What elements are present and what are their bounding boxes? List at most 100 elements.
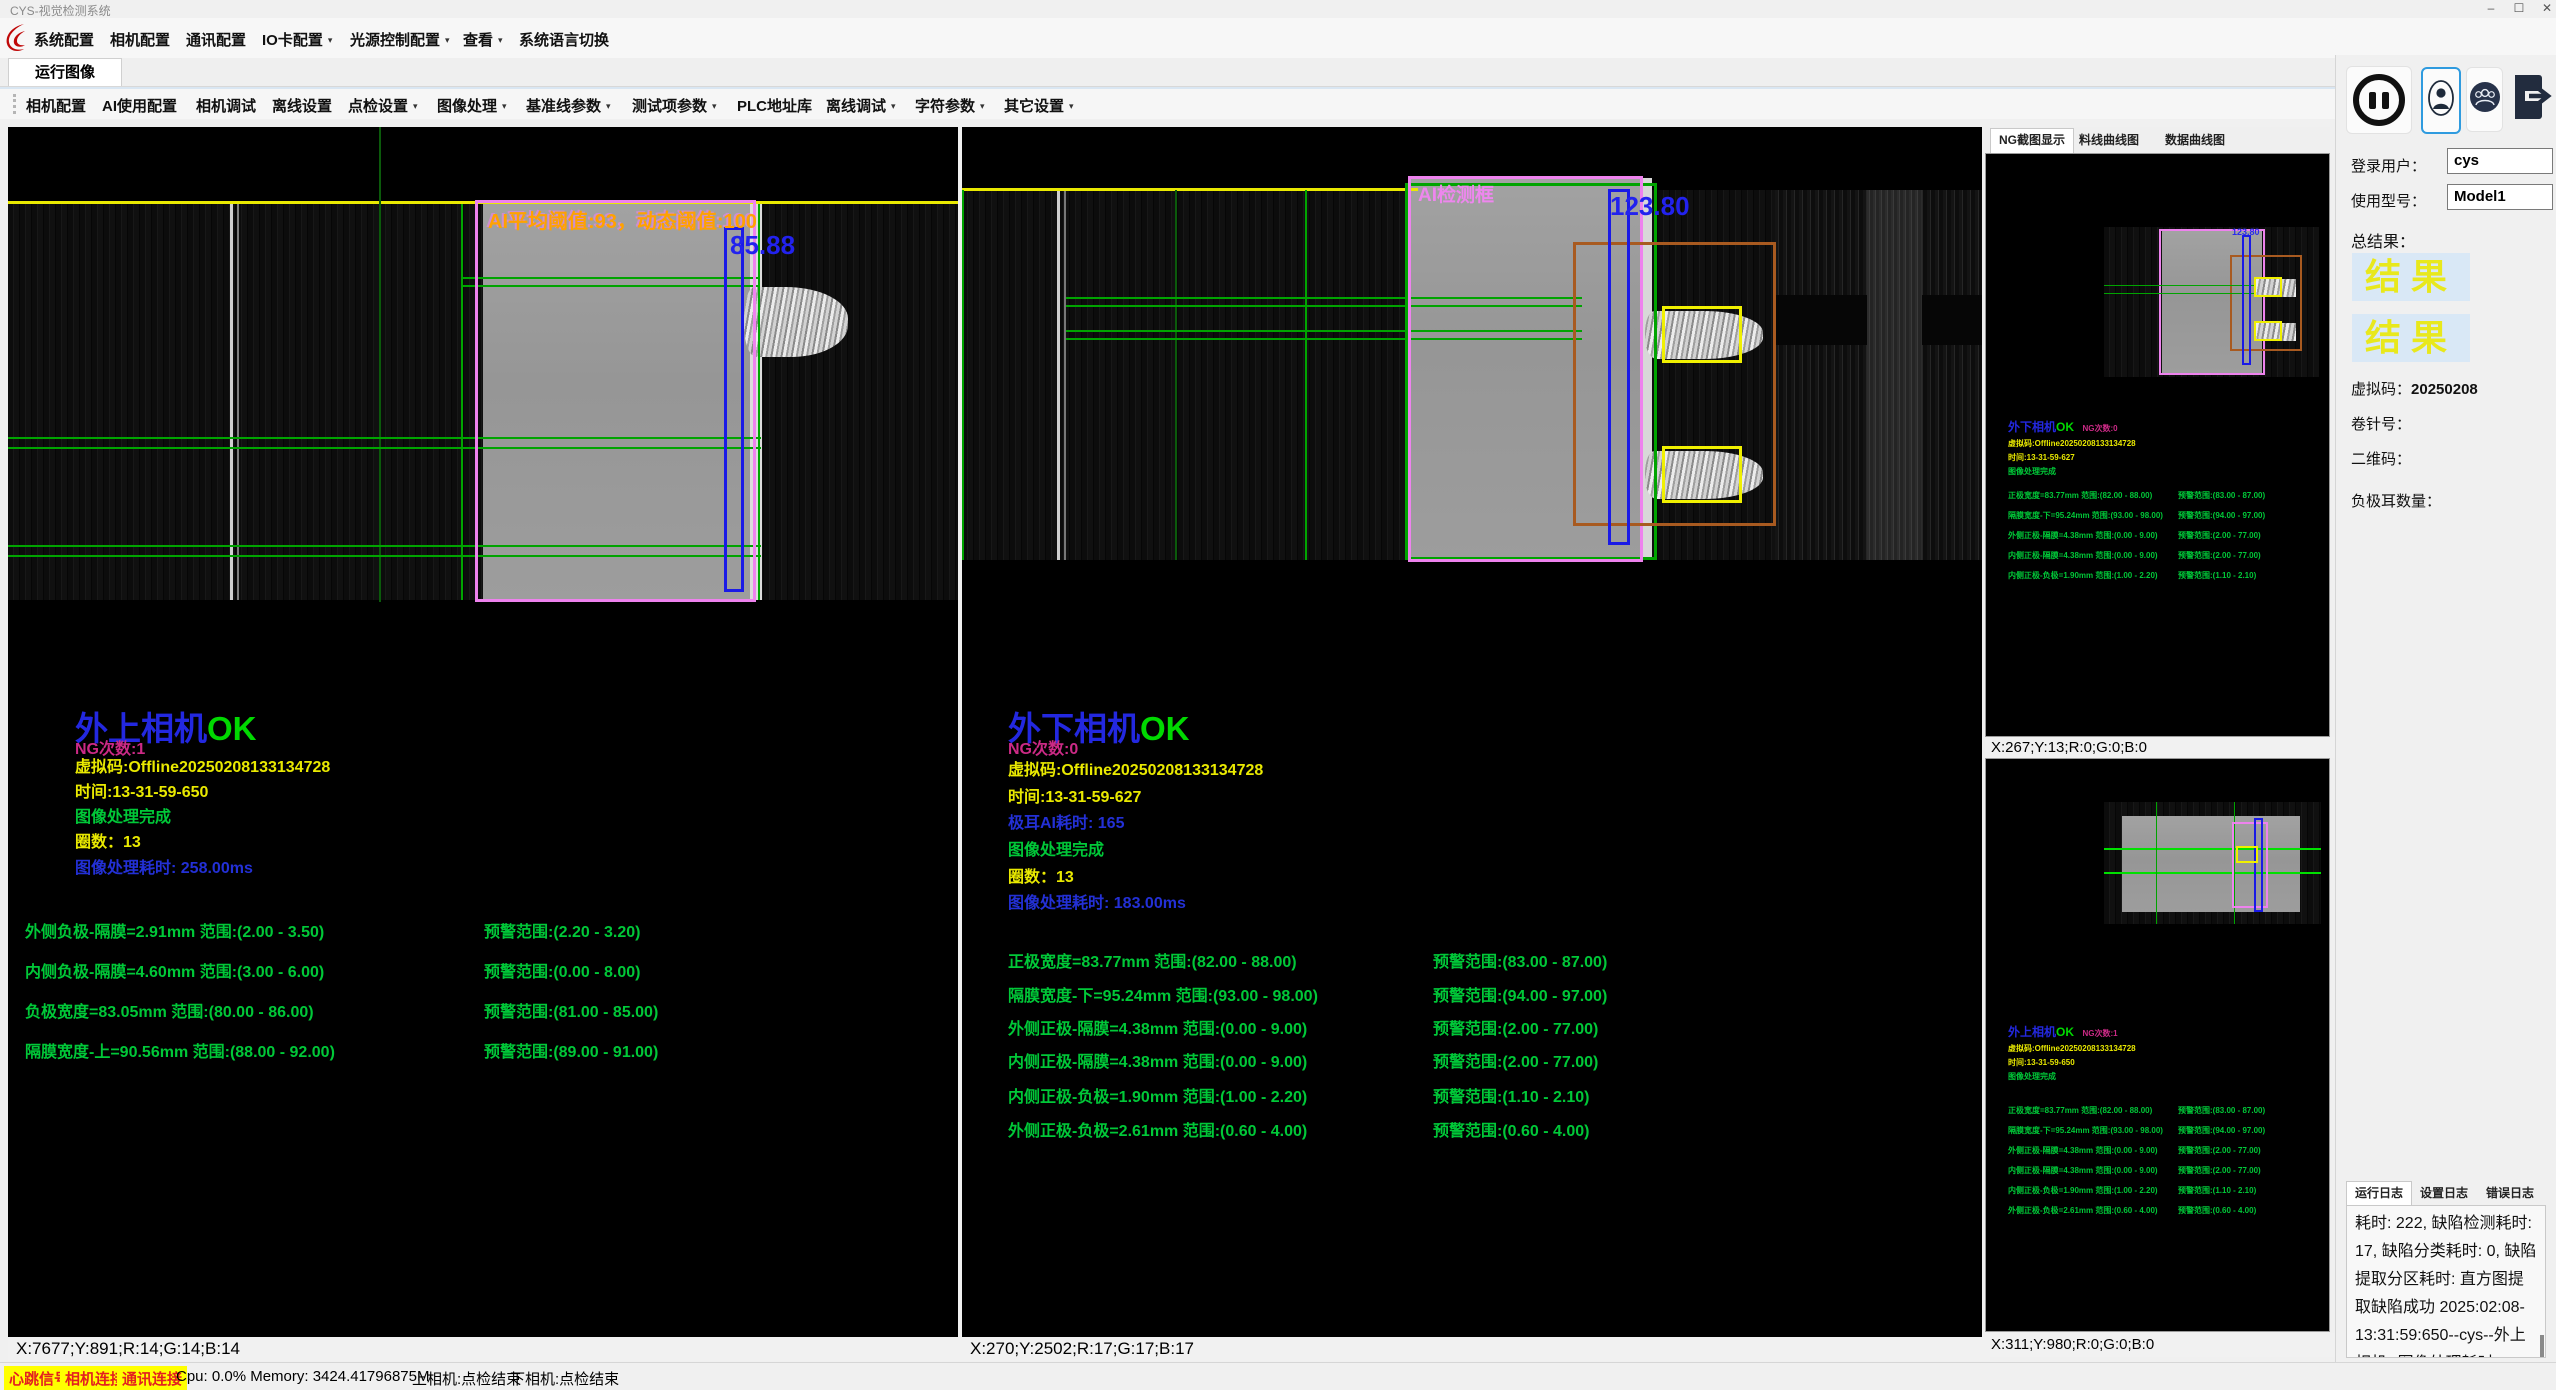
ai-detect-box-pink: [475, 200, 756, 602]
tab-error-log[interactable]: 错误日志: [2478, 1182, 2542, 1205]
window-title: CYS-视觉检测系统: [10, 2, 111, 19]
reference-vline-dark-green: [379, 127, 381, 602]
tool-plc-address-lib[interactable]: PLC地址库: [737, 95, 812, 116]
tool-offline-debug[interactable]: 离线调试: [826, 95, 896, 116]
film-edge-stripe: [230, 204, 233, 600]
tab-run-log[interactable]: 运行日志: [2346, 1181, 2412, 1207]
ai-threshold-text: AI平均阈值:93，动态阈值:100: [488, 205, 757, 234]
menu-item-camera-config[interactable]: 相机配置: [110, 29, 170, 50]
thumb2-title: 外上相机OK NG次数:1: [2008, 1023, 2118, 1041]
menu-item-light-control[interactable]: 光源控制配置: [350, 29, 450, 50]
right-camera-viewport[interactable]: AI检测框 123.80 外下相机OK NG次数:0 虚拟码:Offline20…: [962, 127, 1982, 1337]
film-edge-stripe: [237, 204, 239, 600]
machinery-bright-band: [1867, 190, 1922, 560]
right-camera-cursor-status: X:270;Y:2502;R:17;G:17;B:17: [962, 1337, 1990, 1361]
model-field[interactable]: Model1: [2447, 184, 2553, 210]
process-done-text: 图像处理完成: [75, 803, 171, 827]
side-panel-tabs: NG截图显示 料线曲线图 数据曲线图: [1985, 127, 2330, 154]
menu-item-language-switch[interactable]: 系统语言切换: [519, 29, 609, 50]
time-text: 时间:13-31-59-650: [75, 778, 208, 802]
thumb2-image: [2104, 802, 2321, 924]
warn-range: 预警范围:(89.00 - 91.00): [484, 1038, 658, 1062]
tool-offline-setting[interactable]: 离线设置: [272, 95, 332, 116]
tab-setting-log[interactable]: 设置日志: [2412, 1182, 2476, 1205]
warn-range: 预警范围:(94.00 - 97.00): [1433, 982, 1607, 1006]
tab-run-image[interactable]: 运行图像: [8, 58, 122, 86]
tab-ng-capture[interactable]: NG截图显示: [1990, 128, 2074, 154]
virtual-code-text: 虚拟码:Offline20250208133134728: [1008, 756, 1263, 780]
exit-door-icon: [2511, 69, 2555, 130]
lower-camera-status-text: 下相机:点检结束: [510, 1368, 619, 1389]
measurement-row: 内侧正极-负极=1.90mm 范围:(1.00 - 2.20): [1008, 1083, 1307, 1107]
measure-vline-green: [758, 204, 760, 600]
total-result-label: 总结果：: [2351, 228, 2415, 252]
elapsed-text: 图像处理耗时: 183.00ms: [1008, 889, 1186, 913]
login-user-field[interactable]: cys: [2447, 148, 2553, 174]
tab-material-curve[interactable]: 料线曲线图: [2071, 129, 2147, 152]
width-value-text: 123.80: [1610, 191, 1690, 222]
result-box-upper: 结果: [2352, 253, 2470, 301]
tool-test-item-params[interactable]: 测试项参数: [632, 95, 717, 116]
cpu-memory-text: Cpu: 0.0% Memory: 3424.41796875M: [176, 1368, 429, 1385]
user-manage-button[interactable]: [2466, 67, 2503, 132]
users-group-icon: [2469, 81, 2501, 118]
exit-button[interactable]: [2510, 64, 2556, 134]
width-value-text: 85.88: [730, 230, 795, 261]
tool-other-settings[interactable]: 其它设置: [1004, 95, 1074, 116]
tool-camera-debug[interactable]: 相机调试: [196, 95, 256, 116]
tool-spot-check[interactable]: 点检设置: [348, 95, 418, 116]
measurement-row: 外侧正极-隔膜=4.38mm 范围:(0.00 - 9.00): [1008, 1015, 1307, 1039]
close-icon[interactable]: ✕: [2534, 0, 2556, 17]
measure-vline-green: [1305, 190, 1307, 560]
current-user-button[interactable]: [2421, 67, 2461, 134]
menu-item-io-card-config[interactable]: IO卡配置: [262, 29, 332, 50]
ai-time-text: 极耳AI耗时: 165: [1008, 809, 1124, 833]
tool-camera-config[interactable]: 相机配置: [26, 95, 86, 116]
result-box-lower: 结果: [2352, 314, 2470, 362]
measurement-row: 内侧负极-隔膜=4.60mm 范围:(3.00 - 6.00): [25, 958, 324, 982]
menu-item-view[interactable]: 查看: [463, 29, 503, 50]
tool-image-process[interactable]: 图像处理: [437, 95, 507, 116]
reference-vline-dark-green: [1175, 190, 1177, 560]
process-done-text: 图像处理完成: [1008, 836, 1104, 860]
view-tab-row: 运行图像: [0, 58, 2556, 87]
model-label: 使用型号：: [2351, 190, 2426, 211]
maximize-icon[interactable]: ☐: [2506, 0, 2532, 17]
thumb2-cursor-status: X:311;Y:980;R:0;G:0;B:0: [1985, 1333, 2336, 1357]
thumb1-image: 123.80: [2104, 227, 2319, 377]
warn-range: 预警范围:(2.00 - 77.00): [1433, 1048, 1598, 1072]
neg-tab-count-label: 负极耳数量：: [2351, 490, 2441, 511]
tab-detect-box-yellow: [1662, 446, 1742, 503]
warn-range: 预警范围:(2.20 - 3.20): [484, 918, 641, 942]
status-bar: 心跳信号 相机连接 通讯连接 Cpu: 0.0% Memory: 3424.41…: [0, 1362, 2556, 1390]
tab-data-curve[interactable]: 数据曲线图: [2157, 129, 2233, 152]
warn-range: 预警范围:(1.10 - 2.10): [1433, 1083, 1590, 1107]
menu-item-comm-config[interactable]: 通讯配置: [186, 29, 246, 50]
log-scrollbar[interactable]: [2540, 1335, 2544, 1357]
app-window: CYS-视觉检测系统 – ☐ ✕ 系统配置 相机配置 通讯配置 IO卡配置 光源…: [0, 0, 2556, 1390]
pause-button[interactable]: [2346, 66, 2412, 134]
width-measure-box-blue: [1608, 189, 1630, 545]
toolbar-grip-handle[interactable]: [13, 94, 16, 114]
measure-vline-green: [461, 204, 463, 600]
tool-ai-use-config[interactable]: AI使用配置: [102, 95, 177, 116]
tab-detect-box-yellow: [1662, 306, 1742, 363]
tool-char-params[interactable]: 字符参数: [915, 95, 985, 116]
camera-ok: OK: [207, 710, 257, 747]
tool-baseline-params[interactable]: 基准线参数: [526, 95, 611, 116]
menu-item-system-config[interactable]: 系统配置: [34, 29, 94, 50]
left-camera-viewport[interactable]: AI平均阈值:93，动态阈值:100 85.88 外上相机OK NG次数:1 虚…: [8, 127, 958, 1337]
user-icon: [2427, 76, 2455, 125]
minimize-icon[interactable]: –: [2478, 0, 2504, 17]
measure-vline-green: [962, 190, 964, 560]
measurement-row: 外侧负极-隔膜=2.91mm 范围:(2.00 - 3.50): [25, 918, 324, 942]
measurement-row: 正极宽度=83.77mm 范围:(82.00 - 88.00): [1008, 948, 1297, 972]
camera-ok: OK: [1140, 710, 1190, 747]
run-log-text[interactable]: 耗时: 222, 缺陷检测耗时: 17, 缺陷分类耗时: 0, 缺陷提取分区耗时…: [2346, 1205, 2546, 1358]
warn-range: 预警范围:(0.60 - 4.00): [1433, 1117, 1590, 1141]
login-user-label: 登录用户：: [2351, 155, 2426, 176]
ng-thumbnail-1[interactable]: 123.80 外下相机OK NG次数:0 虚拟码:Offline20250208…: [1985, 153, 2330, 737]
ng-thumbnail-2[interactable]: 外上相机OK NG次数:1 虚拟码:Offline202502081331347…: [1985, 758, 2330, 1332]
qr-code-label: 二维码：: [2351, 448, 2411, 469]
width-measure-box-blue: [724, 227, 744, 592]
